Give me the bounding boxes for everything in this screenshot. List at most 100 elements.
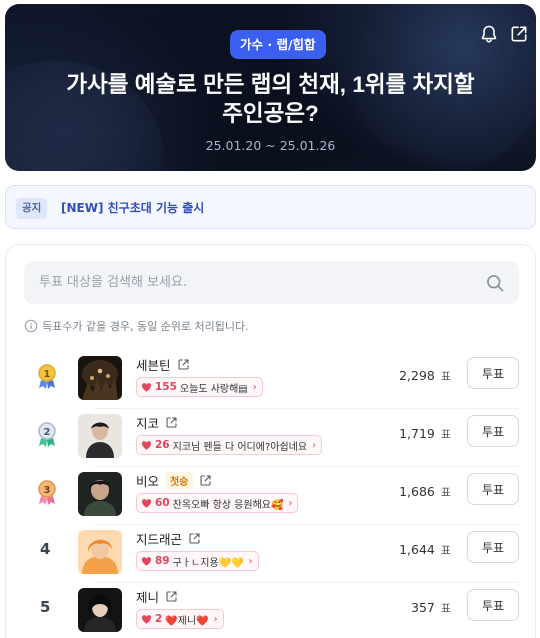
- vote-count: 1,644 표: [399, 542, 451, 558]
- bronze-medal-icon: 3: [38, 480, 56, 505]
- cheer-chip[interactable]: 2 ❤️제니❤️ ›: [136, 609, 224, 629]
- candidate-name-line: 지드래곤: [136, 529, 201, 547]
- bell-icon[interactable]: [479, 24, 499, 44]
- chevron-right-icon: ›: [312, 439, 317, 451]
- cheer-chip[interactable]: 155 오늘도 사랑해▤ ›: [136, 377, 263, 397]
- vote-unit: 표: [440, 486, 451, 499]
- external-link-icon[interactable]: [177, 358, 190, 371]
- notice-tag: 공지: [16, 198, 48, 219]
- cheer-chip[interactable]: 60 찬옥오빠 항상 응원해요🥰 ›: [136, 493, 299, 513]
- poll-dates: 25.01.20 ~ 25.01.26: [205, 138, 336, 153]
- poll-title: 가사를 예술로 만든 랩의 천재, 1위를 차지할 주인공은?: [5, 70, 536, 128]
- cheer-chip[interactable]: 89 구ㅏㄴ지용💛💛 ›: [136, 551, 259, 571]
- gold-medal-icon: 1: [38, 364, 56, 389]
- candidate-name-line: 비오 첫승: [136, 471, 212, 489]
- poll-title-line-2: 주인공은?: [222, 101, 319, 126]
- vote-count-value: 1,644: [399, 542, 435, 557]
- candidate-photo[interactable]: [78, 530, 122, 574]
- candidate-name-line: 세븐틴: [136, 355, 190, 373]
- rank-number: 3: [44, 485, 51, 496]
- vote-count: 1,719 표: [399, 426, 451, 442]
- chevron-right-icon: ›: [213, 613, 218, 625]
- external-link-icon[interactable]: [199, 474, 212, 487]
- cheer-count: 155: [155, 381, 177, 393]
- vote-button[interactable]: 투표: [467, 531, 519, 563]
- rank-number: 4: [40, 540, 51, 558]
- row-divider: [94, 524, 519, 525]
- vote-unit: 표: [440, 544, 451, 557]
- vote-button[interactable]: 투표: [467, 415, 519, 447]
- candidate-row: 5 제니 2 ❤️제니❤️ › 357 표 투표: [24, 582, 519, 638]
- vote-button[interactable]: 투표: [467, 473, 519, 505]
- silver-medal-icon: 2: [38, 422, 56, 447]
- vote-count: 2,298 표: [399, 368, 451, 384]
- tie-rule-info: 득표수가 같을 경우, 동일 순위로 처리됩니다.: [24, 319, 249, 335]
- rank-number: 5: [40, 598, 51, 616]
- vote-unit: 표: [440, 602, 451, 615]
- candidate-name[interactable]: 지드래곤: [136, 529, 182, 548]
- vote-count: 1,686 표: [399, 484, 451, 500]
- ranking-card: 득표수가 같을 경우, 동일 순위로 처리됩니다. 1 세븐틴 155: [5, 244, 536, 638]
- vote-count-value: 2,298: [399, 368, 435, 383]
- candidate-name[interactable]: 비오: [136, 471, 159, 490]
- search-input[interactable]: [24, 261, 464, 304]
- cheer-message: 오늘도 사랑해▤: [179, 383, 248, 395]
- candidate-name[interactable]: 지코: [136, 413, 159, 432]
- candidate-row: 1 세븐틴 155 오늘도 사랑해▤ › 2,298 표 투표: [24, 351, 519, 409]
- vote-count-value: 357: [411, 600, 435, 615]
- vote-unit: 표: [440, 370, 451, 383]
- poll-title-line-1: 가사를 예술로 만든 랩의 천재, 1위를 차지할: [66, 72, 475, 97]
- candidate-name-line: 제니: [136, 587, 178, 605]
- share-icon[interactable]: [509, 24, 529, 44]
- vote-unit: 표: [440, 428, 451, 441]
- category-pill: 가수 · 랩/힙합: [230, 30, 326, 59]
- vote-button[interactable]: 투표: [467, 357, 519, 389]
- cheer-message: ❤️제니❤️: [165, 615, 209, 627]
- vote-count-value: 1,686: [399, 484, 435, 499]
- cheer-count: 26: [155, 439, 170, 451]
- row-divider: [94, 408, 519, 409]
- notice-bar[interactable]: 공지 [NEW] 친구초대 기능 출시: [5, 185, 536, 229]
- vote-button[interactable]: 투표: [467, 589, 519, 621]
- cheer-message: 찬옥오빠 항상 응원해요🥰: [172, 499, 284, 511]
- cheer-count: 89: [155, 555, 170, 567]
- search-icon[interactable]: [485, 273, 505, 293]
- heart-icon: [141, 614, 152, 624]
- vote-count-value: 1,719: [399, 426, 435, 441]
- row-divider: [94, 582, 519, 583]
- chevron-right-icon: ›: [288, 497, 293, 509]
- heart-icon: [141, 382, 152, 392]
- external-link-icon[interactable]: [188, 532, 201, 545]
- notice-text[interactable]: [NEW] 친구초대 기능 출시: [61, 199, 204, 216]
- candidate-name[interactable]: 세븐틴: [136, 355, 171, 374]
- candidate-row: 2 지코 26 지코님 펜들 다 어디에?아쉽네요 › 1,719 표 투표: [24, 408, 519, 467]
- cheer-count: 60: [155, 497, 170, 509]
- external-link-icon[interactable]: [165, 416, 178, 429]
- candidate-name[interactable]: 제니: [136, 587, 159, 606]
- rank-number: 2: [44, 427, 51, 438]
- heart-icon: [141, 556, 152, 566]
- candidate-photo[interactable]: [78, 356, 122, 400]
- heart-icon: [141, 498, 152, 508]
- candidate-photo[interactable]: [78, 414, 122, 458]
- candidate-name-line: 지코: [136, 413, 178, 431]
- cheer-chip[interactable]: 26 지코님 펜들 다 어디에?아쉽네요 ›: [136, 435, 323, 455]
- external-link-icon[interactable]: [165, 590, 178, 603]
- vote-count: 357 표: [411, 600, 451, 616]
- first-win-badge: 첫승: [165, 471, 194, 489]
- candidate-row: 4 지드래곤 89 구ㅏㄴ지용💛💛 › 1,644 표 투표: [24, 524, 519, 583]
- candidate-row: 3 비오 첫승 60 찬옥오빠 항상 응원해요🥰 › 1,686 표 투표: [24, 466, 519, 525]
- chevron-right-icon: ›: [248, 555, 253, 567]
- candidate-photo[interactable]: [78, 472, 122, 516]
- rank-number: 1: [44, 369, 51, 380]
- search-box: [24, 261, 519, 304]
- cheer-message: 지코님 펜들 다 어디에?아쉽네요: [172, 441, 308, 453]
- candidate-photo[interactable]: [78, 588, 122, 632]
- row-divider: [94, 466, 519, 467]
- heart-icon: [141, 440, 152, 450]
- banner: 가수 · 랩/힙합 가사를 예술로 만든 랩의 천재, 1위를 차지할 주인공은…: [5, 4, 536, 171]
- chevron-right-icon: ›: [252, 381, 257, 393]
- cheer-count: 2: [155, 613, 163, 625]
- info-icon: [24, 319, 38, 333]
- cheer-message: 구ㅏㄴ지용💛💛: [172, 557, 244, 569]
